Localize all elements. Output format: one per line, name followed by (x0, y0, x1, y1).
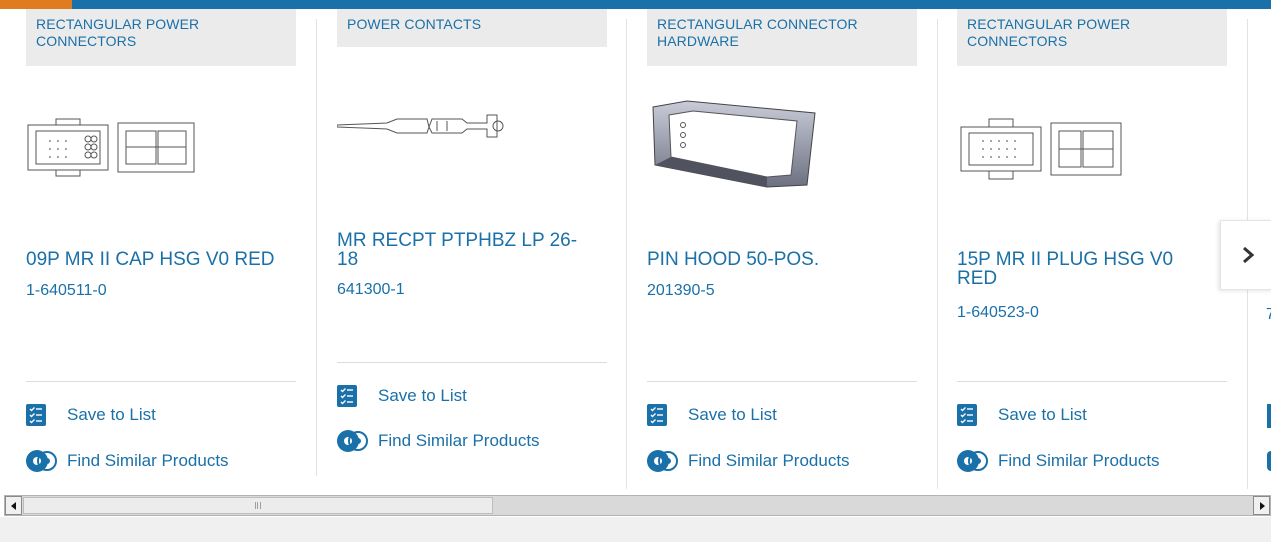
card-divider (26, 381, 296, 382)
part-number[interactable]: 641300-1 (337, 281, 405, 299)
find-similar-label: Find Similar Products (67, 451, 229, 470)
save-to-list-icon (26, 404, 46, 426)
product-image[interactable] (647, 99, 917, 199)
card-divider (647, 381, 917, 382)
product-carousel: RECTANGULAR POWER CONNECTORS 09P MR II C… (0, 9, 1271, 489)
save-to-list-icon (957, 404, 977, 426)
save-to-list-button[interactable]: Save to List (26, 402, 156, 428)
find-similar-label: Find Similar Products (378, 431, 540, 450)
product-card: RECTANGULAR CONNECTOR HARDWARE PIN HOOD … (647, 9, 917, 489)
product-card: RECTANGULAR POWER CONNECTORS 09P MR II C… (26, 9, 296, 489)
save-to-list-icon (337, 385, 357, 407)
product-category[interactable]: POWER CONTACTS (337, 9, 607, 47)
next-card-save-icon-fragment (1267, 404, 1271, 428)
product-title[interactable]: MR RECPT PTPHBZ LP 26-18 (337, 231, 597, 269)
find-similar-button[interactable]: Find Similar Products (956, 448, 1160, 474)
product-image[interactable] (957, 109, 1227, 209)
horizontal-scrollbar[interactable] (4, 495, 1271, 516)
arrow-right-icon (1259, 501, 1265, 510)
product-category[interactable]: RECTANGULAR POWER CONNECTORS (26, 9, 296, 66)
save-to-list-label: Save to List (998, 405, 1087, 424)
find-similar-icon (337, 430, 368, 452)
product-category[interactable]: RECTANGULAR CONNECTOR HARDWARE (647, 9, 917, 66)
part-number[interactable]: 1-640523-0 (957, 304, 1039, 322)
save-to-list-label: Save to List (688, 405, 777, 424)
top-accent-orange (0, 0, 72, 9)
part-number[interactable]: 201390-5 (647, 282, 715, 300)
chevron-right-icon (1243, 246, 1255, 264)
arrow-left-icon (10, 501, 16, 510)
card-separator (316, 19, 317, 476)
find-similar-button[interactable]: Find Similar Products (646, 448, 850, 474)
save-to-list-icon (647, 404, 667, 426)
find-similar-icon (647, 450, 678, 472)
footer-band (0, 517, 1271, 542)
product-category[interactable]: RECTANGULAR POWER CONNECTORS (957, 9, 1227, 66)
card-separator (626, 19, 627, 489)
part-number[interactable]: 1-640511-0 (26, 282, 107, 300)
find-similar-label: Find Similar Products (688, 451, 850, 470)
product-title[interactable]: 15P MR II PLUG HSG V0 RED (957, 250, 1207, 288)
save-to-list-button[interactable]: Save to List (647, 402, 777, 428)
product-card: RECTANGULAR POWER CONNECTORS 15P MR II P… (957, 9, 1227, 489)
carousel-next-button[interactable] (1220, 220, 1271, 290)
product-image[interactable] (26, 109, 296, 209)
card-divider (957, 381, 1227, 382)
find-similar-icon (957, 450, 988, 472)
next-card-similar-icon-fragment (1267, 451, 1271, 471)
next-card-part-number-fragment: 7 (1266, 306, 1271, 323)
card-divider (337, 362, 607, 363)
save-to-list-button[interactable]: Save to List (337, 383, 467, 409)
product-title[interactable]: PIN HOOD 50-POS. (647, 250, 917, 269)
save-to-list-button[interactable]: Save to List (957, 402, 1087, 428)
top-accent-bar (0, 0, 1271, 9)
save-to-list-label: Save to List (378, 386, 467, 405)
scroll-right-button[interactable] (1253, 496, 1270, 515)
find-similar-button[interactable]: Find Similar Products (25, 448, 229, 474)
scrollbar-thumb[interactable] (23, 497, 493, 514)
save-to-list-label: Save to List (67, 405, 156, 424)
scroll-left-button[interactable] (5, 496, 22, 515)
find-similar-button[interactable]: Find Similar Products (336, 428, 540, 454)
product-card: POWER CONTACTS MR RECPT PTPHBZ LP 26-18 … (337, 9, 607, 489)
find-similar-icon (26, 450, 57, 472)
product-image[interactable] (337, 93, 607, 193)
find-similar-label: Find Similar Products (998, 451, 1160, 470)
card-separator (937, 19, 938, 489)
product-title[interactable]: 09P MR II CAP HSG V0 RED (26, 250, 296, 269)
grip-icon (255, 502, 261, 509)
